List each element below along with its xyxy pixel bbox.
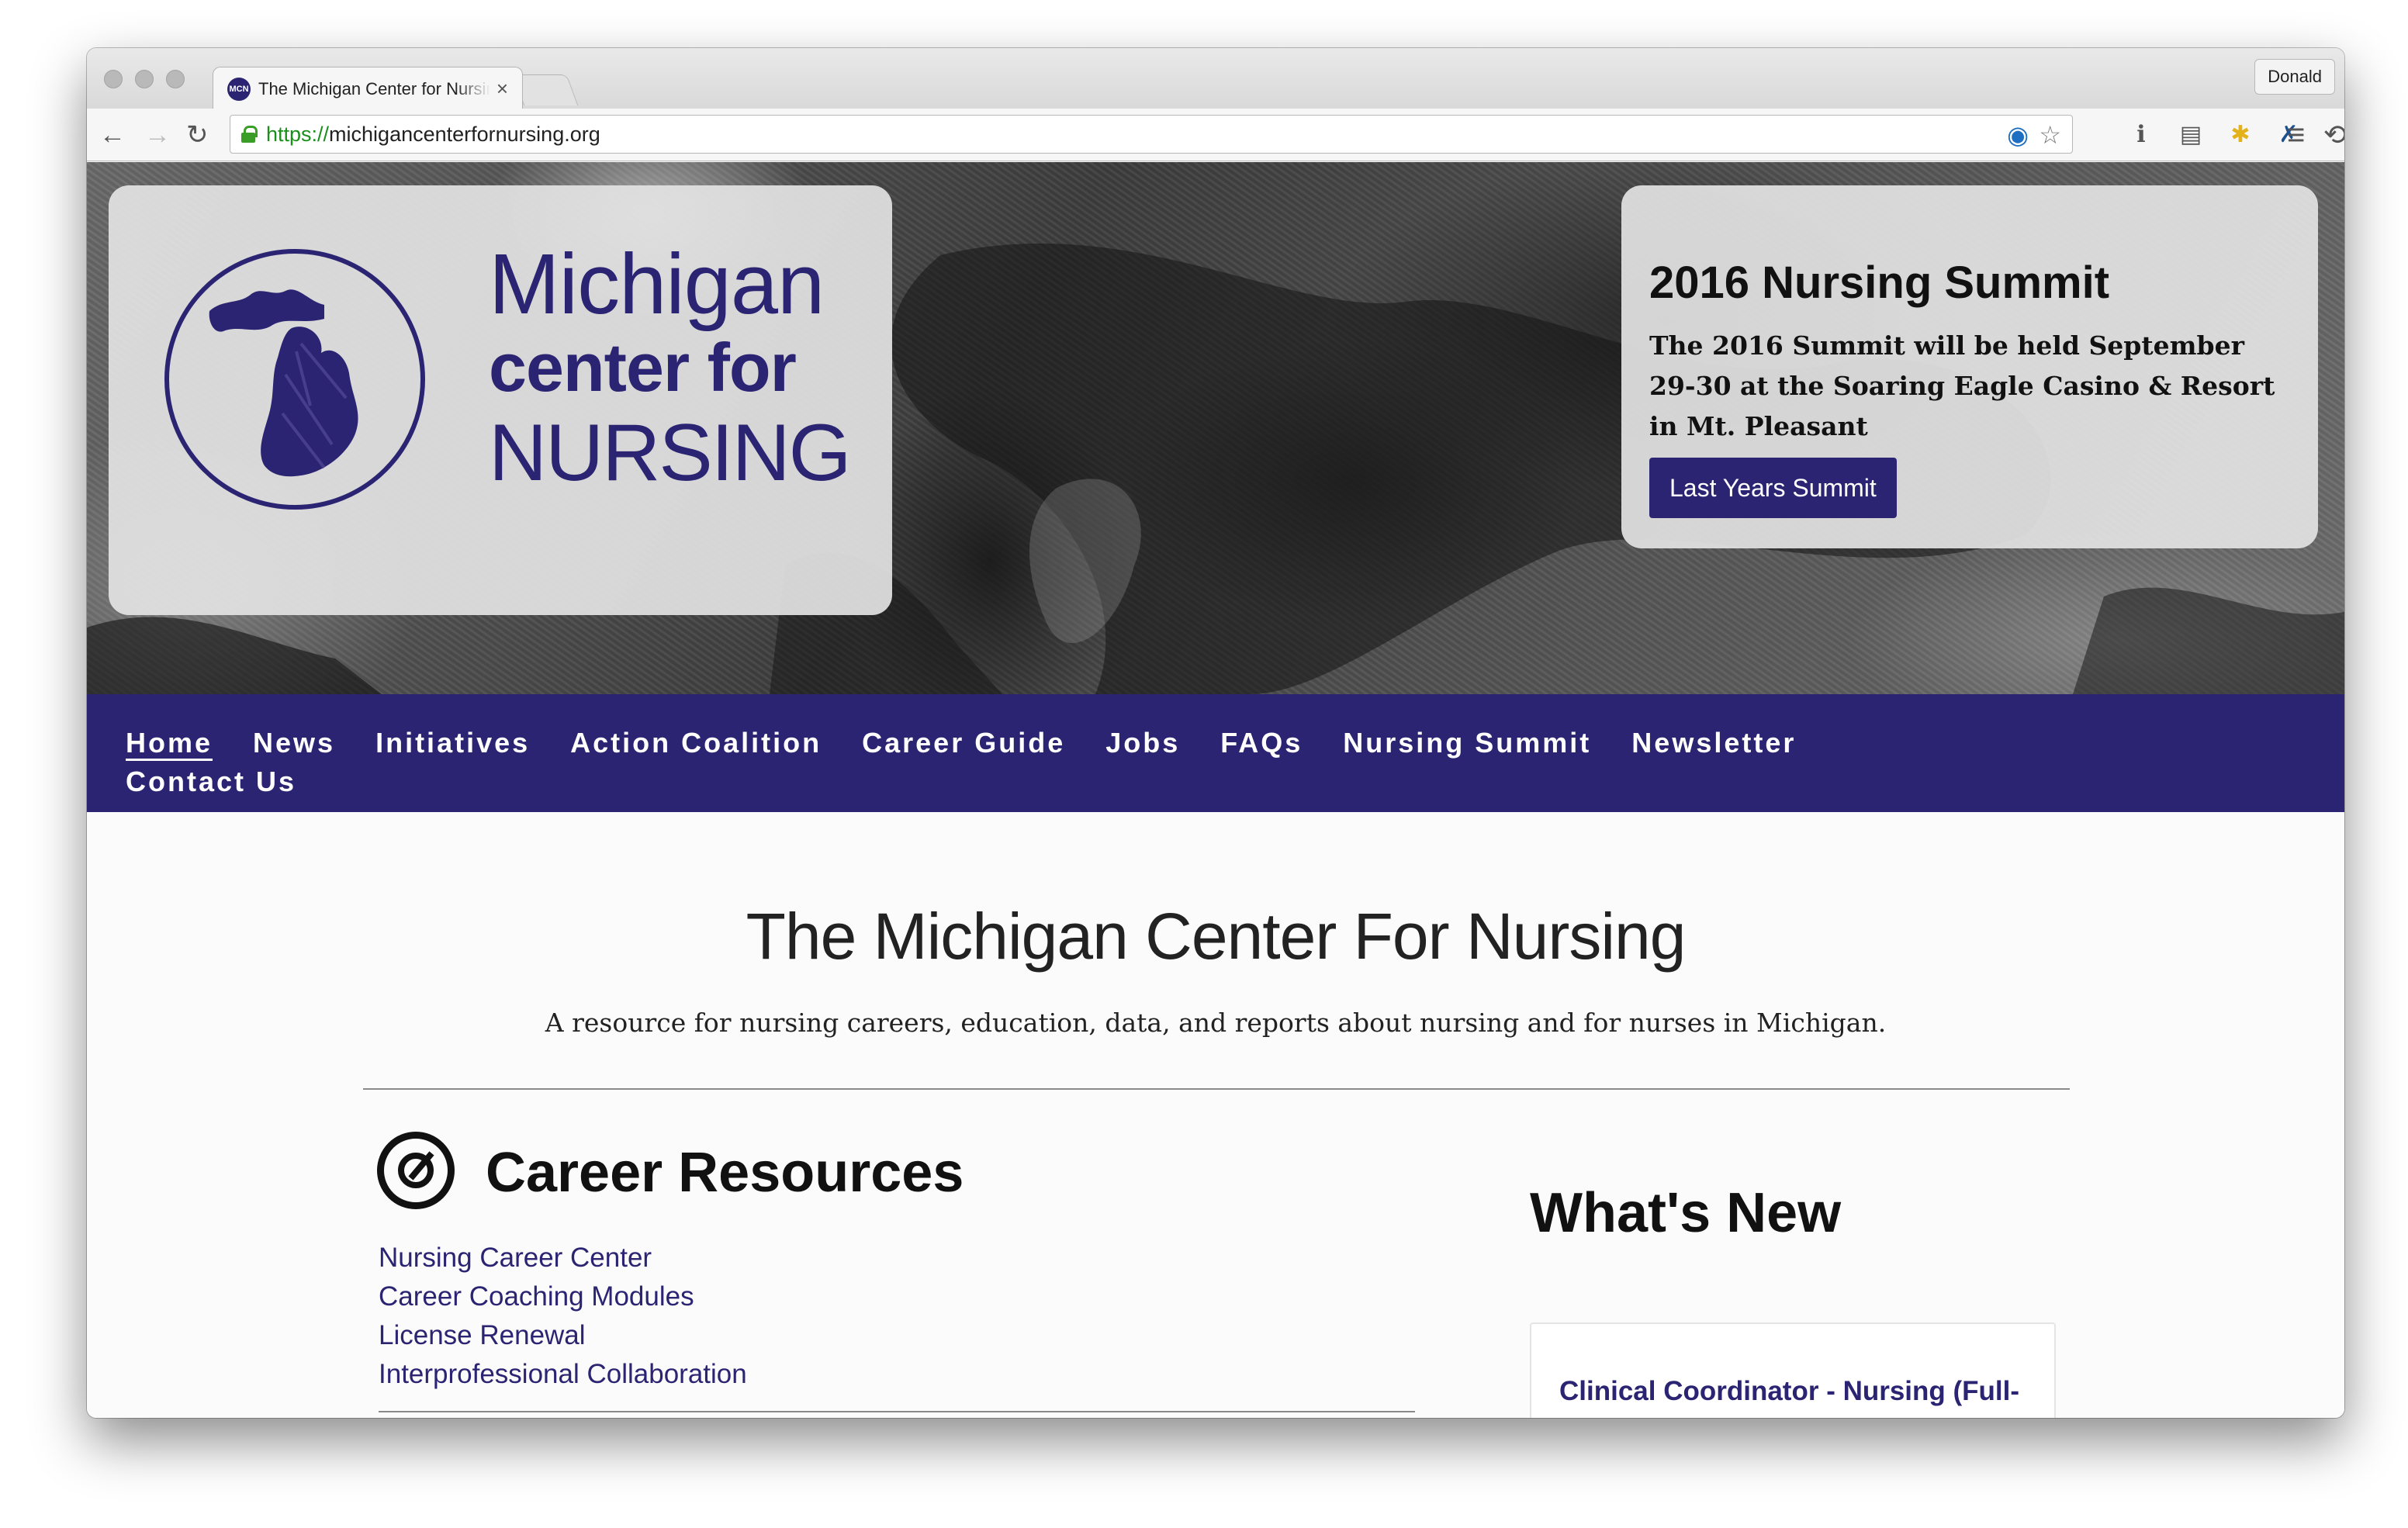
- url-text: https://michigancenterfornursing.org: [266, 122, 600, 146]
- section-divider: [363, 1088, 2070, 1090]
- web-page: Michigan center for NURSING 2016 Nursing…: [87, 162, 2344, 1418]
- link-nursing-career-center[interactable]: Nursing Career Center: [379, 1239, 747, 1277]
- summit-card: 2016 Nursing Summit The 2016 Summit will…: [1621, 185, 2318, 548]
- back-arrow-icon[interactable]: ←: [99, 118, 126, 152]
- sync-extension-icon[interactable]: ⟲: [2320, 119, 2344, 150]
- summit-title: 2016 Nursing Summit: [1649, 258, 2110, 308]
- profile-button[interactable]: Donald: [2254, 59, 2335, 95]
- nav-item-faqs[interactable]: FAQs: [1220, 724, 1303, 762]
- browser-window: MCN The Michigan Center for Nursing × Do…: [87, 48, 2344, 1418]
- browser-menu-icon[interactable]: ≡: [2287, 119, 2305, 150]
- link-interprofessional-collaboration[interactable]: Interprofessional Collaboration: [379, 1355, 747, 1394]
- link-career-coaching-modules[interactable]: Career Coaching Modules: [379, 1277, 747, 1316]
- page-subtitle: A resource for nursing careers, educatio…: [545, 1008, 1887, 1038]
- news-card: Clinical Coordinator - Nursing (Full-Tim…: [1530, 1322, 2056, 1418]
- summit-description: The 2016 Summit will be held September 2…: [1649, 330, 2275, 441]
- nav-item-news[interactable]: News: [253, 724, 335, 762]
- close-window-button[interactable]: [104, 70, 123, 88]
- nav-item-nursing-summit[interactable]: Nursing Summit: [1343, 724, 1591, 762]
- nav-item-jobs[interactable]: Jobs: [1105, 724, 1180, 762]
- career-links-list: Nursing Career Center Career Coaching Mo…: [379, 1239, 747, 1394]
- info-icon[interactable]: ℹ: [2126, 119, 2157, 150]
- logo-card[interactable]: Michigan center for NURSING: [109, 185, 892, 615]
- tab-close-icon[interactable]: ×: [496, 77, 508, 101]
- nav-item-career-guide[interactable]: Career Guide: [862, 724, 1065, 762]
- news-item-link[interactable]: Clinical Coordinator - Nursing (Full-Tim…: [1559, 1372, 2026, 1418]
- logo-text-line3: NURSING: [489, 408, 852, 498]
- link-license-renewal[interactable]: License Renewal: [379, 1316, 747, 1355]
- minimize-window-button[interactable]: [135, 70, 154, 88]
- forward-arrow-icon[interactable]: →: [144, 118, 171, 152]
- lock-icon: [241, 126, 258, 143]
- main-navigation: Home News Initiatives Action Coalition C…: [87, 694, 2344, 812]
- reload-icon[interactable]: ↻: [186, 118, 209, 152]
- logo-text-line2: center for: [489, 329, 797, 406]
- hero-banner: Michigan center for NURSING 2016 Nursing…: [87, 162, 2344, 694]
- reader-icon[interactable]: ▤: [2175, 119, 2206, 150]
- zoom-window-button[interactable]: [166, 70, 185, 88]
- tab-active[interactable]: MCN The Michigan Center for Nursing ×: [213, 67, 523, 110]
- favicon-icon: MCN: [227, 77, 251, 101]
- whats-new-heading: What's New: [1530, 1182, 1842, 1244]
- edge-extension-icon[interactable]: ◉: [2007, 120, 2029, 150]
- michigan-mitten-icon: [209, 289, 358, 477]
- nav-item-home[interactable]: Home: [126, 724, 213, 762]
- browser-toolbar: ← → ↻ https://michigancenterfornursing.o…: [87, 109, 2344, 161]
- address-bar[interactable]: https://michigancenterfornursing.org ◉ ☆: [230, 115, 2073, 154]
- nav-item-action-coalition[interactable]: Action Coalition: [570, 724, 822, 762]
- nav-item-newsletter[interactable]: Newsletter: [1631, 724, 1796, 762]
- tab-strip: MCN The Michigan Center for Nursing × Do…: [87, 48, 2344, 110]
- tab-title: The Michigan Center for Nursing: [258, 78, 490, 99]
- last-years-summit-button[interactable]: Last Years Summit: [1649, 458, 1897, 518]
- page-title: The Michigan Center For Nursing: [746, 900, 1687, 973]
- compass-icon: [377, 1132, 455, 1209]
- nav-item-initiatives[interactable]: Initiatives: [375, 724, 530, 762]
- puzzle-extension-icon[interactable]: ✱: [2225, 119, 2256, 150]
- logo-text-line1: Michigan: [489, 237, 825, 332]
- bookmark-star-icon[interactable]: ☆: [2039, 120, 2061, 150]
- career-resources-heading: Career Resources: [486, 1142, 964, 1204]
- nav-item-contact-us[interactable]: Contact Us: [126, 762, 296, 801]
- career-divider: [379, 1411, 1415, 1412]
